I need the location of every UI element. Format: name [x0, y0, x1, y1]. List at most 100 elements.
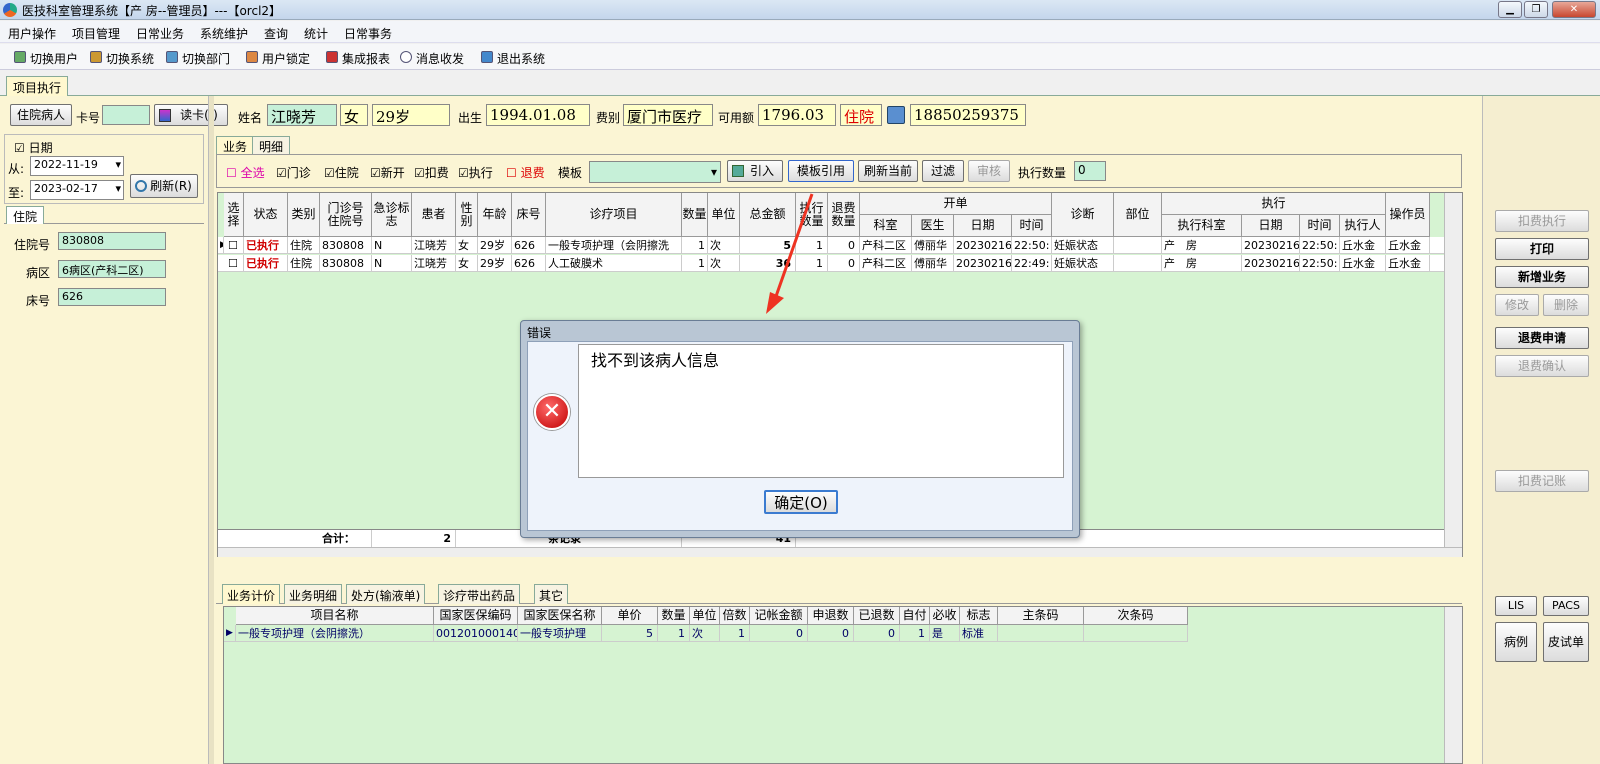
cell-status: 已执行: [244, 255, 288, 272]
lis-button[interactable]: LIS: [1495, 596, 1537, 616]
status-field: 住院: [840, 104, 882, 126]
print-button[interactable]: 打印: [1495, 238, 1589, 260]
import-button[interactable]: 引入: [727, 160, 783, 182]
tab-business-detail[interactable]: 业务明细: [284, 584, 343, 604]
menu-query[interactable]: 查询: [264, 25, 288, 42]
col-unit: 单位: [708, 193, 740, 237]
read-card-button[interactable]: 读卡(-): [154, 104, 228, 126]
exit-button[interactable]: 退出系统: [481, 50, 545, 67]
col-qty: 数量: [682, 193, 708, 237]
filter-refund-checkbox[interactable]: ☐ 退费: [506, 164, 545, 181]
switch-dept-button[interactable]: 切换部门: [166, 50, 230, 67]
template-select[interactable]: ▾: [589, 161, 721, 183]
menu-statistics[interactable]: 统计: [304, 25, 328, 42]
window-title: 医技科室管理系统【产 房--管理员】---【orcl2】: [22, 4, 282, 18]
table-row[interactable]: ☐ 已执行 住院 830808 N 江晓芳 女 29岁 626 人工破膜术 1 …: [218, 255, 1444, 272]
to-date-value: 2023-02-17: [34, 182, 98, 195]
row-select-checkbox[interactable]: ☐: [226, 255, 244, 272]
left-panel: ☑ 日期 从: 2022-11-19 ▾ 至: 2023-02-17 ▾ 刷新(R)…: [4, 134, 208, 764]
menu-daily-business[interactable]: 日常业务: [136, 25, 184, 42]
add-business-button[interactable]: 新增业务: [1495, 266, 1589, 288]
filter-button[interactable]: 过滤: [922, 160, 964, 182]
user-lock-label: 用户锁定: [262, 52, 311, 66]
report-button[interactable]: 集成报表: [326, 50, 390, 67]
cell-sex: 女: [456, 237, 478, 254]
card-input[interactable]: [102, 105, 150, 125]
refresh-current-button[interactable]: 刷新当前: [858, 160, 918, 182]
template-ref-button[interactable]: 模板引用: [788, 160, 854, 182]
close-button[interactable]: ✕: [1552, 1, 1596, 18]
tab-inpatient[interactable]: 住院: [6, 206, 45, 224]
summary-label: 合计：: [320, 530, 372, 547]
switch-system-button[interactable]: 切换系统: [90, 50, 154, 67]
table-row[interactable]: ▶ 一般专项护理（会阴擦洗） 001201000140 一般专项护理 5 1 次…: [224, 625, 1188, 642]
cell-unit: 次: [708, 255, 740, 272]
refresh-button[interactable]: 刷新(R): [130, 174, 198, 198]
filter-exec-checkbox[interactable]: ☑执行: [458, 164, 493, 181]
tab-detail[interactable]: 明细: [252, 136, 291, 154]
vertical-scrollbar[interactable]: [1444, 607, 1462, 763]
name-field: 江晓芳: [267, 104, 337, 126]
to-date-picker[interactable]: 2023-02-17 ▾: [30, 180, 124, 200]
col-order-dept: 科室: [860, 215, 912, 237]
tab-other[interactable]: 其它: [534, 584, 569, 604]
tab-drugs[interactable]: 诊疗带出药品: [438, 584, 521, 604]
col-order-date: 日期: [954, 215, 1012, 237]
vertical-scrollbar[interactable]: [1444, 193, 1462, 547]
splitter[interactable]: [208, 96, 214, 764]
menu-user-ops[interactable]: 用户操作: [8, 25, 56, 42]
minimize-button[interactable]: ▁: [1498, 1, 1522, 18]
patient-type-button[interactable]: 住院病人: [10, 104, 72, 126]
message-button[interactable]: 消息收发: [400, 50, 464, 67]
phone-icon[interactable]: [887, 106, 905, 124]
filter-outpatient-checkbox[interactable]: ☑门诊: [276, 164, 311, 181]
horizontal-scrollbar[interactable]: [218, 547, 1462, 557]
tab-prescription[interactable]: 处方(输液单): [346, 584, 426, 604]
col-order-doctor: 医生: [912, 215, 954, 237]
col-category: 类别: [288, 193, 320, 237]
age-field: 29岁: [372, 104, 450, 126]
tab-project-exec[interactable]: 项目执行: [6, 76, 69, 96]
skin-test-button[interactable]: 皮试单: [1543, 622, 1589, 662]
import-icon: [732, 165, 744, 177]
cell-category: 住院: [288, 237, 320, 254]
select-all-checkbox[interactable]: ☐ 全选: [226, 164, 265, 181]
refund-confirm-button[interactable]: 退费确认: [1495, 355, 1589, 377]
menu-project-mgmt[interactable]: 项目管理: [72, 25, 120, 42]
table-row[interactable]: ▶ ☐ 已执行 住院 830808 N 江晓芳 女 29岁 626 一般专项护理…: [218, 237, 1444, 254]
message-box: 找不到该病人信息: [578, 344, 1064, 478]
col-insurance-name: 国家医保名称: [518, 607, 602, 625]
filter-exec-label: 执行: [468, 166, 493, 180]
restore-button[interactable]: ❐: [1524, 1, 1548, 18]
date-checkbox[interactable]: ☑ 日期: [14, 139, 53, 156]
filter-deduct-checkbox[interactable]: ☑扣费: [414, 164, 449, 181]
from-date-picker[interactable]: 2022-11-19 ▾: [30, 156, 124, 176]
menu-daily-affairs[interactable]: 日常事务: [344, 25, 392, 42]
review-button[interactable]: 审核: [968, 160, 1010, 182]
cell-charge-amount: 0: [750, 625, 808, 642]
user-lock-button[interactable]: 用户锁定: [246, 50, 310, 67]
menu-system-maint[interactable]: 系统维护: [200, 25, 248, 42]
filter-inpatient-checkbox[interactable]: ☑住院: [324, 164, 359, 181]
row-select-checkbox[interactable]: ☐: [226, 237, 244, 254]
bed-field: 626: [58, 288, 166, 306]
case-button[interactable]: 病例: [1495, 622, 1537, 662]
switch-user-button[interactable]: 切换用户: [14, 50, 78, 67]
cell-required: 是: [930, 625, 960, 642]
col-multiple: 倍数: [720, 607, 750, 625]
tab-business[interactable]: 业务: [216, 136, 255, 154]
exec-count-field[interactable]: 0: [1074, 161, 1106, 181]
pacs-button[interactable]: PACS: [1543, 596, 1589, 616]
switch-user-label: 切换用户: [30, 52, 79, 66]
cell-refund-qty: 0: [828, 237, 860, 254]
delete-button[interactable]: 删除: [1543, 294, 1589, 316]
deduct-account-button[interactable]: 扣费记账: [1495, 470, 1589, 492]
ok-button[interactable]: 确定(O): [764, 490, 838, 514]
filter-new-checkbox[interactable]: ☑新开: [370, 164, 405, 181]
deduct-exec-button[interactable]: 扣费执行: [1495, 210, 1589, 232]
refund-apply-button[interactable]: 退费申请: [1495, 327, 1589, 349]
tab-business-pricing[interactable]: 业务计价: [222, 584, 281, 604]
bottom-tabstrip: 业务计价 业务明细 处方(输液单) 诊疗带出药品 其它: [216, 582, 1462, 604]
card-reader-icon: [159, 109, 171, 122]
modify-button[interactable]: 修改: [1495, 294, 1539, 316]
